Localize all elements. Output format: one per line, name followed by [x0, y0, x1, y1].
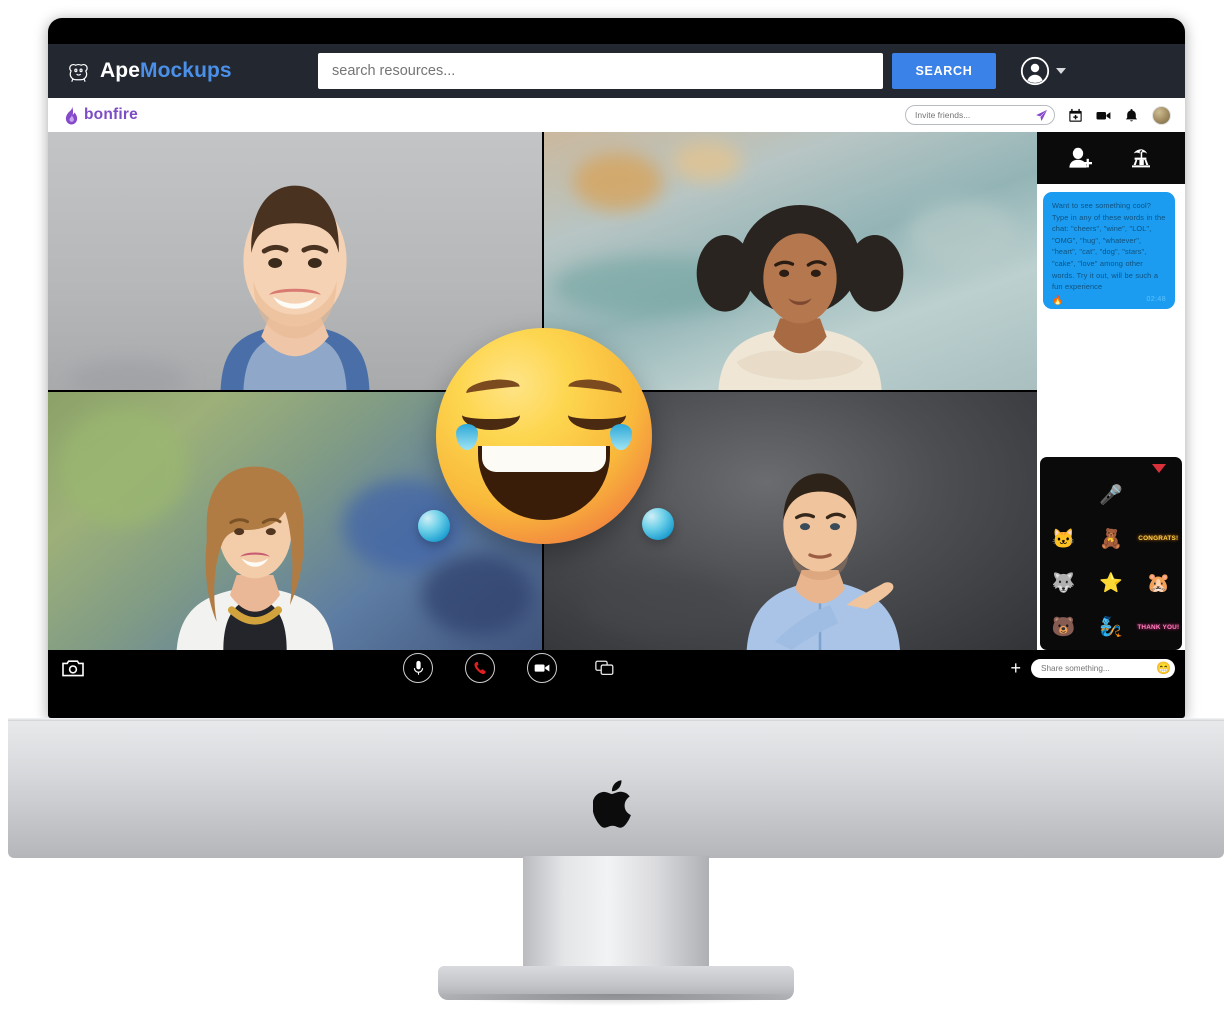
participant-video-2 — [696, 205, 904, 390]
microphone-button[interactable] — [403, 653, 433, 683]
logo-text-mockups: Mockups — [139, 59, 232, 82]
thank-you-sticker[interactable]: THANK YOU! — [1137, 624, 1179, 631]
apemockups-logo[interactable]: ApeMockups — [66, 59, 318, 83]
phone-icon — [473, 661, 486, 674]
imac-stand-foot — [432, 966, 800, 1006]
invite-friends-field[interactable] — [905, 105, 1055, 125]
search-button[interactable]: SEARCH — [892, 53, 996, 89]
search-input[interactable] — [318, 53, 883, 89]
chevron-down-icon — [1056, 68, 1066, 74]
apple-logo — [593, 780, 631, 828]
microphone-icon — [413, 660, 423, 675]
add-person-icon[interactable] — [1068, 146, 1094, 170]
apemockups-wordmark: ApeMockups — [100, 59, 232, 83]
sticker-grid: 🎤 🐱 🧸 CONGRATS! 🐺 ⭐ 🐹 🐻 🧞 THANK YOU! — [1040, 473, 1182, 650]
meeting-stage: Want to see something cool? Type in any … — [48, 132, 1185, 686]
bonfire-wordmark: bonfire — [84, 106, 138, 123]
invite-input[interactable] — [915, 110, 1031, 120]
participant-tile-1[interactable] — [48, 132, 542, 390]
chat-sidebar: Want to see something cool? Type in any … — [1037, 132, 1185, 650]
account-menu[interactable] — [1020, 56, 1066, 86]
camera-button[interactable] — [527, 653, 557, 683]
dog-sticker[interactable]: 🐺 — [1052, 574, 1076, 593]
video-camera-icon — [534, 664, 550, 672]
chat-message-bubble: Want to see something cool? Type in any … — [1043, 192, 1175, 310]
bell-icon[interactable] — [1124, 108, 1139, 123]
gorilla-icon — [69, 63, 88, 82]
flame-icon — [65, 106, 78, 124]
beach-scene-icon[interactable] — [1128, 146, 1154, 170]
caret-down-icon[interactable] — [1152, 464, 1166, 473]
imac-device: ApeMockups SEARCH bonfire — [0, 0, 1232, 1024]
chat-timestamp: 02:48 — [1146, 295, 1166, 303]
share-something-field[interactable]: 😁 — [1031, 658, 1175, 678]
paper-plane-icon[interactable] — [1035, 109, 1048, 122]
call-control-bar: + 😁 — [48, 650, 1185, 686]
imac-chin — [8, 718, 1224, 858]
participant-video-4 — [746, 473, 900, 650]
user-circle-icon — [1020, 56, 1050, 86]
video-grid — [48, 132, 1037, 650]
fire-emoji: 🔥 — [1052, 295, 1064, 306]
call-controls — [403, 653, 619, 683]
chat-message-meta: 🔥 02:48 — [1052, 294, 1166, 306]
screen: ApeMockups SEARCH bonfire — [48, 44, 1185, 686]
add-attachment-button[interactable]: + — [1010, 659, 1021, 677]
stars-sticker[interactable]: ⭐ — [1099, 574, 1123, 593]
logo-text-ape: Ape — [100, 59, 140, 82]
hamster-heart-sticker[interactable]: 🐹 — [1146, 574, 1170, 593]
emoji-picker-button[interactable]: 😁 — [1156, 662, 1171, 674]
sidebar-actions — [1037, 132, 1185, 184]
participant-tile-2[interactable] — [543, 132, 1037, 390]
camera-icon[interactable] — [62, 659, 84, 677]
microphone-sticker[interactable]: 🎤 — [1099, 486, 1123, 505]
bonfire-header-actions — [905, 105, 1171, 125]
hangup-button[interactable] — [465, 653, 495, 683]
screen-share-icon — [594, 660, 613, 676]
screen-share-button[interactable] — [589, 653, 619, 683]
congrats-sticker[interactable]: CONGRATS! — [1138, 535, 1178, 542]
share-input[interactable] — [1041, 663, 1153, 673]
bonfire-brand[interactable]: bonfire — [64, 106, 138, 125]
chat-message-text: Want to see something cool? Type in any … — [1052, 201, 1166, 292]
header-avatar[interactable] — [1152, 105, 1171, 125]
participant-video-3 — [176, 466, 334, 650]
participant-tile-4[interactable] — [543, 392, 1037, 650]
participant-video-1 — [220, 185, 370, 390]
cat-hello-sticker[interactable]: 🐱 — [1052, 530, 1076, 549]
participant-tile-3[interactable] — [48, 392, 542, 650]
blue-character-sticker[interactable]: 🧞 — [1099, 618, 1123, 637]
calendar-add-icon[interactable] — [1068, 108, 1083, 123]
bonfire-app-bar: bonfire — [48, 98, 1185, 132]
share-area: + 😁 — [1010, 658, 1175, 678]
apemockups-top-bar: ApeMockups SEARCH — [48, 44, 1185, 98]
imac-stand-neck — [523, 856, 709, 978]
sticker-picker-panel[interactable]: 🎤 🐱 🧸 CONGRATS! 🐺 ⭐ 🐹 🐻 🧞 THANK YOU! — [1040, 457, 1182, 650]
video-camera-icon[interactable] — [1096, 108, 1111, 123]
chat-message-list[interactable]: Want to see something cool? Type in any … — [1037, 184, 1185, 472]
bear-hug-sticker[interactable]: 🐻 — [1052, 618, 1076, 637]
bear-cake-sticker[interactable]: 🧸 — [1099, 530, 1123, 549]
